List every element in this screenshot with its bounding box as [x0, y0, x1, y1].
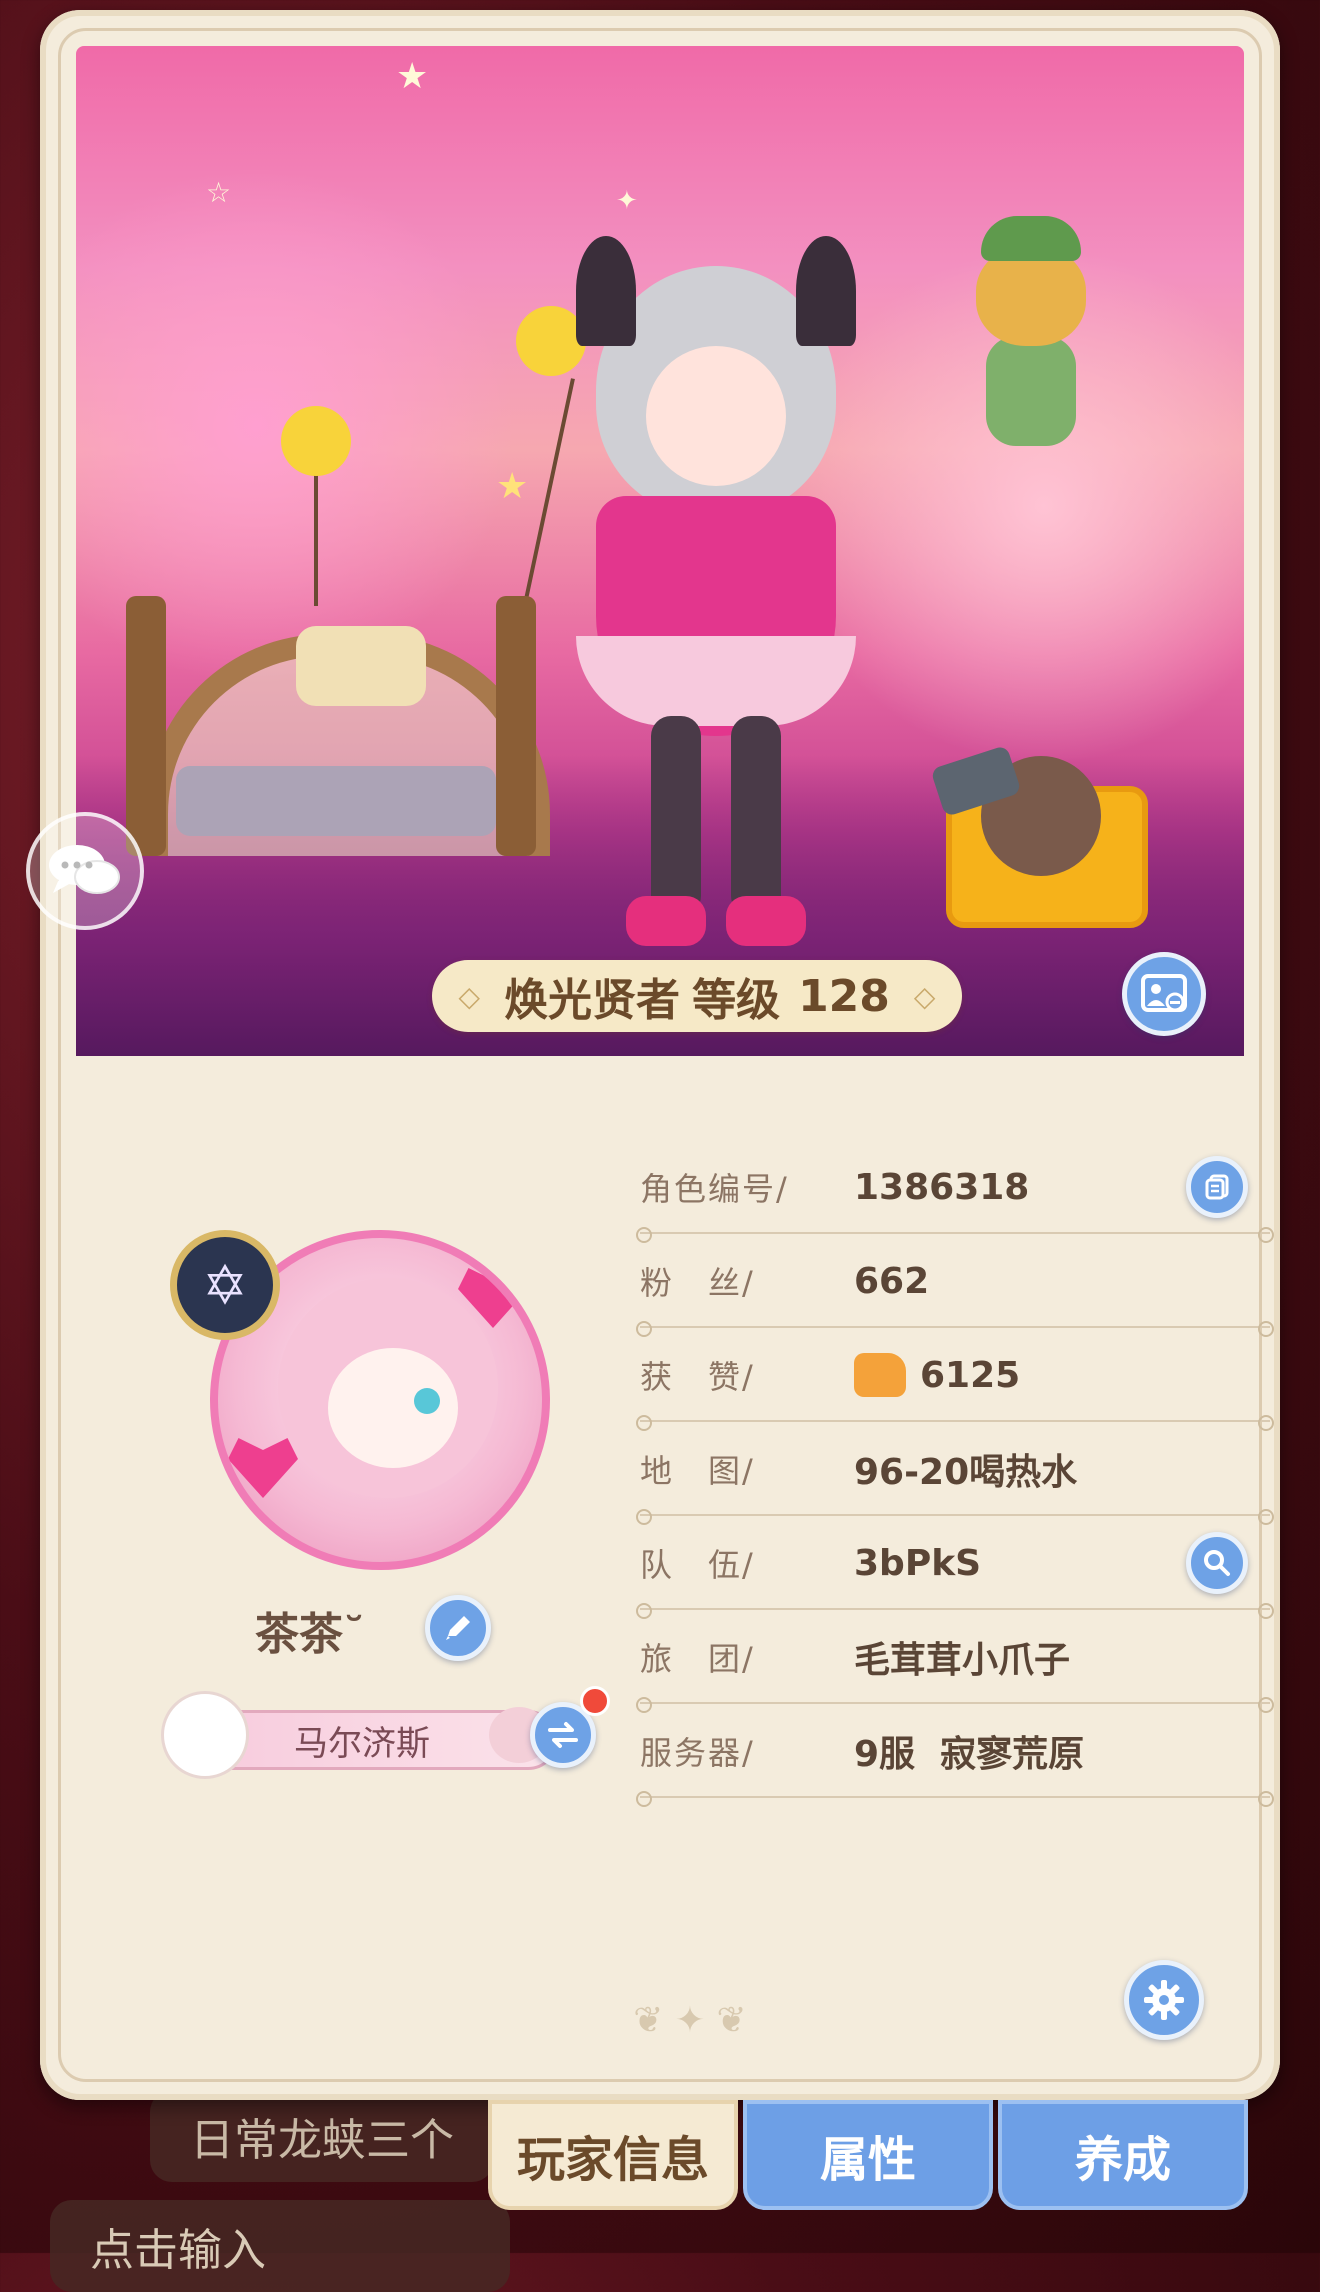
player-info-card: ★ ☆ ✦ ★ ◇ 焕光贤者 等级 128 ◇ ✡ 茶茶˘ 马尔济斯 角色编号/… — [40, 10, 1280, 2100]
star-icon: ★ — [396, 56, 429, 97]
character-shoe — [626, 896, 706, 946]
character-face — [646, 346, 786, 486]
title-badge[interactable]: 马尔济斯 — [161, 1691, 558, 1779]
gear-icon — [1144, 1980, 1184, 2020]
pixel-heart-icon — [228, 1438, 298, 1498]
furniture-bed — [116, 556, 550, 856]
info-label: 地 图/ — [640, 1452, 755, 1490]
info-label: 服务器/ — [640, 1734, 755, 1772]
settings-button[interactable] — [1124, 1960, 1204, 2040]
info-label: 获 赞/ — [640, 1358, 755, 1396]
background-chat-input: 点击输入 — [50, 2200, 510, 2292]
pet-bard-cat — [956, 216, 1106, 486]
edit-name-button[interactable] — [425, 1595, 491, 1661]
info-row-role-id: 角色编号/ 1386318 — [636, 1140, 1274, 1243]
thumbs-up-icon — [854, 1353, 906, 1397]
info-label: 旅 团/ — [640, 1640, 755, 1678]
card-footer-ornament: ❦ ✦ ❦ — [633, 2000, 747, 2041]
avatar-eye — [414, 1388, 440, 1414]
info-value: 1386318 — [854, 1166, 1030, 1208]
player-avatar[interactable]: ✡ — [170, 1200, 570, 1600]
tab-attributes[interactable]: 属性 — [743, 2100, 993, 2210]
level-value: 128 — [798, 970, 890, 1022]
character-leg — [651, 716, 701, 916]
info-value: 662 — [854, 1260, 930, 1302]
info-row-map: 地 图/ 96-20喝热水 — [636, 1422, 1274, 1525]
info-label: 角色编号/ — [640, 1170, 789, 1208]
photo-card-button[interactable] — [1122, 952, 1206, 1036]
info-row-guild: 旅 团/ 毛茸茸小爪子 — [636, 1610, 1274, 1713]
pet-box-cat — [930, 726, 1148, 928]
info-row-team: 队 伍/ 3bPkS — [636, 1516, 1274, 1619]
diamond-ornament-icon: ◇ — [458, 979, 481, 1013]
bed-post — [126, 596, 166, 856]
copy-icon — [1205, 1174, 1229, 1200]
info-row-likes: 获 赞/ 6125 — [636, 1328, 1274, 1431]
pencil-icon — [446, 1616, 470, 1640]
info-label: 队 伍/ — [640, 1546, 755, 1584]
id-card-icon — [1141, 974, 1187, 1012]
character-leg — [731, 716, 781, 916]
bear-mascot-icon — [161, 1691, 249, 1779]
info-value: 毛茸茸小爪子 — [854, 1640, 1071, 1681]
info-value-likes: 6125 — [854, 1353, 1020, 1397]
rank-emblem-icon: ✡ — [170, 1230, 280, 1340]
avatar-face — [328, 1348, 458, 1468]
showcase-banner: ★ ☆ ✦ ★ — [76, 46, 1244, 1056]
info-row-server: 服务器/ 9服 寂寥荒原 — [636, 1704, 1274, 1807]
rank-level-pill: ◇ 焕光贤者 等级 128 ◇ — [432, 960, 962, 1032]
pet-hat — [981, 216, 1081, 261]
diamond-ornament-icon: ◇ — [913, 979, 936, 1013]
info-value: 3bPkS — [854, 1542, 982, 1584]
search-icon — [1204, 1550, 1230, 1576]
pet-body — [986, 336, 1076, 446]
bottom-tab-bar: 玩家信息 属性 养成 — [488, 2100, 1248, 2210]
search-team-button[interactable] — [1186, 1532, 1248, 1594]
duck-balloon — [281, 406, 351, 476]
star-icon: ☆ — [206, 176, 232, 209]
title-badge-text: 马尔济斯 — [294, 1723, 430, 1764]
tab-cultivation[interactable]: 养成 — [998, 2100, 1248, 2210]
bed-post — [496, 596, 536, 856]
info-value: 96-20喝热水 — [854, 1452, 1078, 1493]
star-icon: ★ — [496, 466, 529, 507]
player-character[interactable] — [556, 236, 876, 956]
info-value: 9服 寂寥荒原 — [854, 1734, 1085, 1775]
character-shoe — [726, 896, 806, 946]
notification-dot — [580, 1686, 610, 1716]
info-row-fans: 粉 丝/ 662 — [636, 1234, 1274, 1337]
pet-head — [976, 246, 1086, 346]
character-ear — [576, 236, 636, 346]
chat-button[interactable] — [26, 812, 144, 930]
bed-pillow — [296, 626, 426, 706]
copy-id-button[interactable] — [1186, 1156, 1248, 1218]
rank-title: 焕光贤者 — [504, 975, 681, 1026]
chat-bubbles-icon — [49, 845, 120, 894]
player-info-list: 角色编号/ 1386318 粉 丝/ 662 获 赞/ 6125 地 图/ 96… — [636, 1140, 1274, 1807]
row-divider — [636, 1791, 1274, 1807]
character-skirt — [576, 636, 856, 726]
star-icon: ✦ — [616, 186, 638, 216]
player-name-row: 茶茶˘ — [255, 1598, 555, 1662]
player-name: 茶茶˘ — [255, 1609, 365, 1660]
character-ear — [796, 236, 856, 346]
tab-player-info[interactable]: 玩家信息 — [488, 2100, 738, 2210]
swap-arrows-icon — [548, 1722, 578, 1748]
info-label: 粉 丝/ — [640, 1264, 755, 1302]
likes-count: 6125 — [920, 1354, 1021, 1396]
background-task-pill: 日常龙蛱三个 — [150, 2090, 494, 2182]
level-label: 等级 — [692, 975, 781, 1026]
